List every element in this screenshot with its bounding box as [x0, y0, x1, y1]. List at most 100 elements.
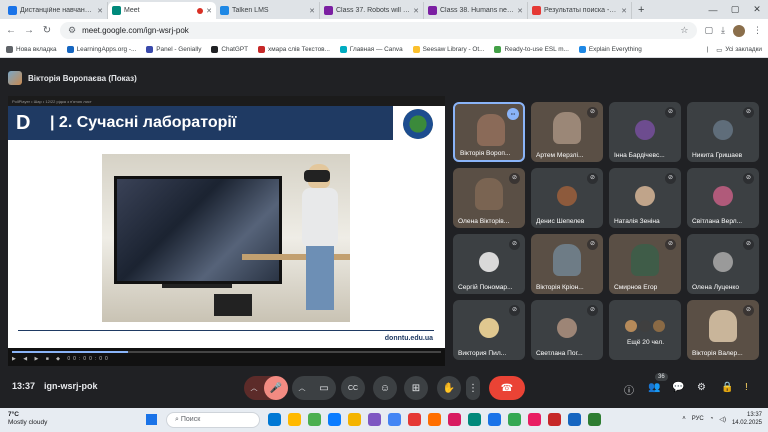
participant-tile[interactable]: ⊘ Вікторія Валер... — [687, 300, 759, 360]
participant-tile[interactable]: ⊘ Виктория Пил... — [453, 300, 525, 360]
taskbar-app-icon[interactable] — [368, 413, 381, 426]
camera-button[interactable]: ▭ — [312, 383, 336, 394]
maximize-button[interactable]: ▢ — [724, 4, 746, 15]
close-tab-icon[interactable]: ✕ — [621, 7, 627, 15]
present-button[interactable]: ⊞ — [404, 376, 428, 400]
participant-tile[interactable]: ⊘ Денис Шепелев — [531, 168, 603, 228]
participant-tile[interactable]: ⊘ Сергій Пономар... — [453, 234, 525, 294]
tile-options-icon[interactable]: ••• — [507, 108, 519, 120]
browser-tab-4[interactable]: Class 38. Humans need h ✕ — [424, 2, 528, 19]
volume-icon[interactable]: ◁) — [719, 416, 726, 423]
browser-tab-0[interactable]: Дистанційне навчання в ДонНТУ✕ — [4, 2, 108, 19]
taskbar-app-icon[interactable] — [308, 413, 321, 426]
taskbar-app-icon[interactable] — [448, 413, 461, 426]
language-indicator[interactable]: РУС — [692, 416, 704, 422]
slideshow-progress[interactable] — [12, 351, 441, 353]
url-field[interactable]: ⚙ meet.google.com/ign-wsrj-pok ☆ — [60, 22, 697, 39]
taskbar-app-icon[interactable] — [508, 413, 521, 426]
host-controls-icon[interactable]: 🔒 — [721, 382, 733, 393]
participant-tile[interactable]: ⊘ Олена Луценко — [687, 234, 759, 294]
browser-tab-5[interactable]: Результаты поиска - vikto ✕ — [528, 2, 632, 19]
new-tab-button[interactable]: + — [632, 2, 650, 19]
raise-hand-button[interactable]: ✋ — [437, 376, 461, 400]
bookmark-item[interactable]: Seesaw Library - Ot... — [412, 46, 484, 53]
reload-icon[interactable]: ↻ — [42, 25, 52, 36]
taskbar-app-icon[interactable] — [408, 413, 421, 426]
taskbar-app-icon[interactable] — [288, 413, 301, 426]
close-tab-icon[interactable]: ✕ — [206, 7, 212, 15]
bookmark-item[interactable]: Ready-to-use ESL m... — [494, 46, 569, 53]
all-bookmarks-folder[interactable]: ▭ Усі закладки — [716, 46, 762, 54]
bookmark-item[interactable]: Explain Everything — [578, 46, 642, 53]
taskbar-app-icon[interactable] — [268, 413, 281, 426]
captions-button[interactable]: CC — [341, 376, 365, 400]
close-tab-icon[interactable]: ✕ — [413, 7, 419, 15]
bookmark-star-icon[interactable]: ☆ — [680, 25, 688, 36]
taskbar-clock[interactable]: 13:37 14.02.2025 — [732, 411, 762, 427]
participant-tile[interactable]: ⊘ Никита Гришаев — [687, 102, 759, 162]
participant-tile[interactable]: ⊘ Вікторія Кріон... — [531, 234, 603, 294]
slide-title: | 2. Сучасні лабораторії — [50, 114, 237, 131]
taskbar-app-icon[interactable] — [428, 413, 441, 426]
profile-avatar[interactable] — [733, 24, 745, 37]
participant-tile[interactable]: Ещё 20 чел. — [609, 300, 681, 360]
camera-options-chevron-icon[interactable]: ︿ — [292, 383, 312, 393]
bookmark-item[interactable]: ChatGPT — [211, 46, 248, 53]
participant-tile[interactable]: ••• Вікторія Вороп... — [453, 102, 525, 162]
alert-icon[interactable]: ! — [745, 382, 748, 393]
back-icon[interactable]: ← — [6, 25, 16, 36]
activities-icon[interactable]: ⚙ — [697, 382, 706, 393]
more-options-button[interactable]: ⋮ — [466, 376, 480, 400]
taskbar-app-icon[interactable] — [468, 413, 481, 426]
weather-widget[interactable]: 7°C Mostly cloudy — [8, 411, 47, 427]
browser-tab-1[interactable]: Meet ✕ — [108, 2, 216, 19]
taskbar-search[interactable]: ⌕ Поиск — [166, 412, 260, 428]
player-controls[interactable]: ▶ ◀ ▶ ■ ◆ 00:00:00 — [12, 356, 111, 362]
participant-tile[interactable]: ⊘ Наталія Зеніна — [609, 168, 681, 228]
minimize-button[interactable]: — — [702, 5, 724, 15]
participant-tile[interactable]: ⊘ Смирнов Егор — [609, 234, 681, 294]
participant-tile[interactable]: ⊘ Светлана Пог... — [531, 300, 603, 360]
wifi-icon[interactable]: ◔ — [710, 416, 714, 422]
browser-tab-2[interactable]: Talken LMS ✕ — [216, 2, 320, 19]
taskbar-app-icon[interactable] — [568, 413, 581, 426]
taskbar-app-icon[interactable] — [588, 413, 601, 426]
download-icon[interactable]: ⤓ — [721, 25, 725, 36]
bookmark-item[interactable]: Нова вкладка — [6, 46, 57, 53]
extensions-icon[interactable]: ▢ — [705, 25, 714, 36]
mic-options-chevron-icon[interactable]: ︿ — [244, 383, 264, 393]
taskbar-app-icon[interactable] — [548, 413, 561, 426]
participant-tile[interactable]: ⊘ Артем Мерзлі... — [531, 102, 603, 162]
leave-call-button[interactable]: ☎ — [489, 376, 525, 400]
taskbar-app-icon[interactable] — [348, 413, 361, 426]
tray-chevron-icon[interactable]: ˄ — [682, 416, 686, 422]
chat-icon[interactable]: 💬 — [672, 382, 684, 393]
forward-icon[interactable]: → — [24, 25, 34, 36]
taskbar-app-icon[interactable] — [328, 413, 341, 426]
close-window-button[interactable]: ✕ — [746, 4, 768, 15]
close-tab-icon[interactable]: ✕ — [97, 7, 103, 15]
taskbar-app-icon[interactable] — [528, 413, 541, 426]
taskbar-app-icon[interactable] — [388, 413, 401, 426]
participant-tile[interactable]: ⊘ Світлана Верл... — [687, 168, 759, 228]
info-icon[interactable]: ⓘ — [624, 382, 634, 397]
menu-icon[interactable]: ⋮ — [753, 25, 762, 36]
mic-muted-icon: ⊘ — [587, 305, 598, 316]
site-info-icon[interactable]: ⚙ — [68, 25, 76, 36]
bookmark-item[interactable]: Главная — Canva — [339, 46, 403, 53]
bookmark-item[interactable]: хмара слів Текстов... — [258, 46, 330, 53]
windows-start-icon[interactable] — [146, 414, 157, 425]
participant-tile[interactable]: ⊘ Інна Бардічевс... — [609, 102, 681, 162]
taskbar-app-icon[interactable] — [488, 413, 501, 426]
browser-tab-3[interactable]: Class 37. Robots will teach✕ — [320, 2, 424, 19]
close-tab-icon[interactable]: ✕ — [309, 7, 315, 15]
participant-tile[interactable]: ⊘ Олена Вікторів... — [453, 168, 525, 228]
close-tab-icon[interactable]: ✕ — [517, 7, 523, 15]
slideshow-progress-fill — [12, 351, 128, 353]
captions-icon: CC — [347, 384, 359, 392]
people-icon[interactable]: 👥 — [648, 382, 660, 393]
bookmark-item[interactable]: LearningApps.org -... — [66, 46, 136, 53]
emoji-button[interactable]: ☺ — [373, 376, 397, 400]
mic-off-button[interactable]: 🎤 — [264, 376, 288, 400]
bookmark-item[interactable]: Panel - Genially — [146, 46, 201, 53]
